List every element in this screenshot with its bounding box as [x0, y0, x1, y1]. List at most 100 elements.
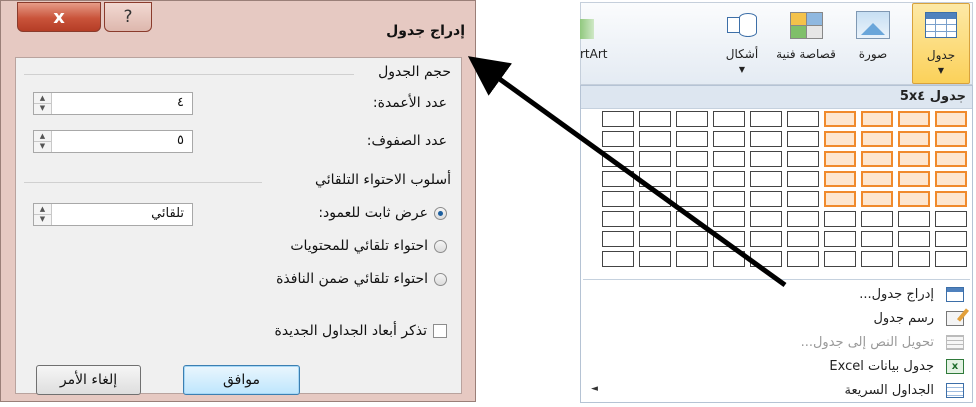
dialog-titlebar[interactable]: x ? إدراج جدول	[1, 1, 477, 57]
grid-cell[interactable]	[750, 191, 782, 207]
grid-cell[interactable]	[935, 251, 967, 267]
grid-cell[interactable]	[861, 211, 893, 227]
grid-cell[interactable]	[713, 211, 745, 227]
rows-value[interactable]: ٥	[177, 133, 184, 148]
grid-cell[interactable]	[824, 231, 856, 247]
rows-spin-buttons[interactable]: ▲ ▼	[34, 131, 52, 152]
grid-cell[interactable]	[824, 151, 856, 167]
grid-cell[interactable]	[639, 171, 671, 187]
grid-cell[interactable]	[787, 211, 819, 227]
spin-down-icon[interactable]: ▼	[34, 103, 51, 113]
grid-cell[interactable]	[935, 191, 967, 207]
cancel-button[interactable]: إلغاء الأمر	[36, 365, 141, 395]
grid-cell[interactable]	[787, 171, 819, 187]
grid-cell[interactable]	[898, 251, 930, 267]
fixed-width-option[interactable]: عرض ثابت للعمود:	[318, 205, 447, 221]
grid-cell[interactable]	[824, 251, 856, 267]
menu-item-excel-spreadsheet[interactable]: x جدول بيانات Excel	[581, 356, 972, 378]
fixed-width-value[interactable]: تلقائي	[151, 206, 184, 221]
grid-cell[interactable]	[861, 131, 893, 147]
grid-cell[interactable]	[787, 191, 819, 207]
grid-cell[interactable]	[787, 151, 819, 167]
smartart-ribbon-button[interactable]: rtArt	[580, 3, 710, 84]
picture-ribbon-button[interactable]: صورة	[842, 3, 904, 84]
radio-unselected-icon[interactable]	[434, 239, 447, 253]
menu-item-insert-table[interactable]: إدراج جدول...	[581, 284, 972, 306]
grid-cell[interactable]	[824, 131, 856, 147]
grid-cell[interactable]	[824, 191, 856, 207]
grid-cell[interactable]	[898, 171, 930, 187]
grid-cell[interactable]	[824, 211, 856, 227]
grid-cell[interactable]	[787, 111, 819, 127]
radio-unselected-icon[interactable]	[434, 272, 447, 286]
grid-cell[interactable]	[639, 151, 671, 167]
grid-cell[interactable]	[713, 131, 745, 147]
grid-cell[interactable]	[676, 131, 708, 147]
grid-cell[interactable]	[824, 171, 856, 187]
grid-cell[interactable]	[898, 131, 930, 147]
grid-cell[interactable]	[750, 251, 782, 267]
grid-cell[interactable]	[787, 251, 819, 267]
grid-cell[interactable]	[676, 191, 708, 207]
grid-cell[interactable]	[676, 251, 708, 267]
grid-cell[interactable]	[898, 211, 930, 227]
help-button[interactable]: ?	[104, 2, 152, 32]
grid-cell[interactable]	[861, 171, 893, 187]
ok-button[interactable]: موافق	[183, 365, 300, 395]
spin-down-icon[interactable]: ▼	[34, 214, 51, 224]
radio-selected-icon[interactable]	[434, 206, 447, 220]
grid-cell[interactable]	[750, 231, 782, 247]
grid-cell[interactable]	[787, 131, 819, 147]
grid-cell[interactable]	[602, 251, 634, 267]
grid-cell[interactable]	[935, 151, 967, 167]
grid-cell[interactable]	[861, 191, 893, 207]
grid-cell[interactable]	[602, 191, 634, 207]
clipart-ribbon-button[interactable]: قصاصة فنية	[774, 3, 838, 84]
grid-cell[interactable]	[861, 231, 893, 247]
grid-cell[interactable]	[861, 251, 893, 267]
grid-cell[interactable]	[898, 151, 930, 167]
grid-cell[interactable]	[935, 171, 967, 187]
fixed-width-spinner[interactable]: ▲ ▼ تلقائي	[33, 203, 193, 226]
grid-cell[interactable]	[639, 191, 671, 207]
close-button[interactable]: x	[17, 2, 101, 32]
grid-cell[interactable]	[713, 191, 745, 207]
grid-cell[interactable]	[639, 111, 671, 127]
grid-cell[interactable]	[713, 231, 745, 247]
spin-down-icon[interactable]: ▼	[34, 141, 51, 151]
checkbox-icon[interactable]	[433, 324, 447, 338]
autofit-window-option[interactable]: احتواء تلقائي ضمن النافذة	[276, 271, 447, 287]
grid-cell[interactable]	[602, 111, 634, 127]
grid-cell[interactable]	[750, 171, 782, 187]
grid-cell[interactable]	[750, 131, 782, 147]
columns-value[interactable]: ٤	[177, 95, 184, 110]
menu-item-draw-table[interactable]: رسم جدول	[581, 308, 972, 330]
grid-cell[interactable]	[898, 191, 930, 207]
grid-cell[interactable]	[639, 251, 671, 267]
grid-cell[interactable]	[935, 111, 967, 127]
grid-cell[interactable]	[602, 211, 634, 227]
remember-dimensions-option[interactable]: تذكر أبعاد الجداول الجديدة	[274, 323, 447, 339]
autofit-contents-option[interactable]: احتواء تلقائي للمحتويات	[290, 238, 447, 254]
shapes-ribbon-button[interactable]: أشكال ▼	[712, 3, 772, 84]
grid-cell[interactable]	[639, 211, 671, 227]
table-size-grid[interactable]	[595, 111, 967, 281]
grid-cell[interactable]	[676, 171, 708, 187]
grid-cell[interactable]	[676, 151, 708, 167]
grid-cell[interactable]	[713, 171, 745, 187]
grid-cell[interactable]	[750, 111, 782, 127]
grid-cell[interactable]	[861, 111, 893, 127]
columns-spinner[interactable]: ▲ ▼ ٤	[33, 92, 193, 115]
grid-cell[interactable]	[824, 111, 856, 127]
grid-cell[interactable]	[713, 251, 745, 267]
grid-cell[interactable]	[935, 231, 967, 247]
rows-spinner[interactable]: ▲ ▼ ٥	[33, 130, 193, 153]
grid-cell[interactable]	[787, 231, 819, 247]
grid-cell[interactable]	[676, 211, 708, 227]
grid-cell[interactable]	[602, 131, 634, 147]
table-ribbon-button[interactable]: جدول ▼	[912, 3, 970, 84]
grid-cell[interactable]	[713, 111, 745, 127]
grid-cell[interactable]	[602, 231, 634, 247]
fixed-width-spin-buttons[interactable]: ▲ ▼	[34, 204, 52, 225]
grid-cell[interactable]	[898, 231, 930, 247]
